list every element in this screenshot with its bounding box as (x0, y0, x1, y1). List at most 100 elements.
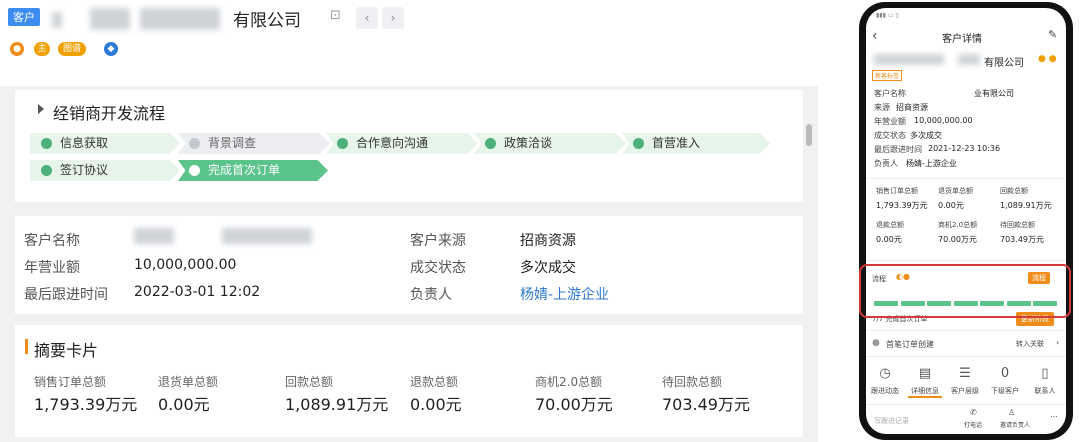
step-first-order[interactable]: 完成首次订单 (178, 160, 328, 181)
auto-create-label: 首笔订单创建 (886, 340, 934, 349)
stat-value[interactable]: 1,793.39万元 (876, 200, 928, 211)
summary-value[interactable]: 0.00元 (158, 391, 210, 415)
owner-link[interactable]: 杨婧-上游企业 (520, 284, 609, 304)
follow-input[interactable]: 写跟进记录 (874, 416, 909, 426)
process-title: 经销商开发流程 (53, 104, 166, 123)
lock-icon[interactable]: ⊡ (330, 8, 341, 23)
step-info-gathering[interactable]: 信息获取 (30, 133, 180, 154)
redacted-text (52, 12, 62, 28)
summary-value[interactable]: 1,089.91万元 (285, 391, 388, 415)
field-label: 来源 (874, 103, 890, 112)
step-first-admission[interactable]: 首营准入 (622, 133, 770, 154)
doc-icon[interactable]: ▤ (908, 366, 942, 381)
pending-icon (189, 138, 200, 149)
stat-label: 退货单总额 (938, 187, 973, 195)
info-icon: ● (872, 338, 880, 348)
summary-value[interactable]: 1,793.39万元 (34, 391, 137, 415)
divider (866, 260, 1066, 261)
summary-label: 商机2.0总额 (535, 375, 603, 389)
phone-title: 客户详情 (942, 34, 982, 45)
redacted-text (222, 228, 312, 244)
auto-create-link[interactable]: 转入关联 (1016, 339, 1044, 349)
chevron-right-icon[interactable]: › (1056, 338, 1059, 347)
tab-sub-customers[interactable]: 下级客户 (988, 386, 1022, 396)
prev-button[interactable]: ‹ (356, 7, 378, 29)
field-value: 10,000,000.00 (914, 116, 973, 125)
check-icon (485, 138, 496, 149)
owner-label: 负责人 (410, 287, 452, 303)
step-sign-agreement[interactable]: 签订协议 (30, 160, 180, 181)
badge-main[interactable]: 主 (34, 42, 50, 56)
divider (866, 178, 1066, 179)
summary-value[interactable]: 703.49万元 (662, 391, 750, 415)
source-value: 招商资源 (520, 233, 576, 249)
tab-hierarchy[interactable]: 客户层级 (948, 386, 982, 396)
step-policy-negotiation[interactable]: 政策洽谈 (474, 133, 626, 154)
tag-icon[interactable]: ◆ (104, 42, 118, 56)
call-label[interactable]: 打电话 (964, 420, 982, 429)
source-label: 客户来源 (410, 233, 466, 249)
step-cooperation-intent[interactable]: 合作意向沟通 (326, 133, 478, 154)
screenshot-root: 客户 有限公司 ⊡ ‹ › ● 主 图谱 ◆ 经销商开发流程 信息获取 背景调查… (0, 0, 1080, 442)
zero-icon[interactable]: 0 (988, 366, 1022, 381)
status-bar: ▮▮▮ ▭ ▯ (876, 12, 899, 19)
redacted-text (140, 8, 220, 30)
tab-contacts[interactable]: 联系人 (1028, 386, 1062, 396)
stat-label: 退款总额 (876, 221, 904, 229)
more-icon[interactable]: ⋯ (1050, 412, 1058, 421)
stat-value[interactable]: 70.00万元 (938, 234, 977, 245)
customer-name-label: 客户名称 (24, 233, 80, 249)
edit-icon[interactable]: ✎ (1048, 28, 1057, 41)
summary-label: 销售订单总额 (34, 375, 107, 389)
summary-value[interactable]: 70.00万元 (535, 391, 613, 415)
summary-label: 待回款总额 (662, 375, 723, 389)
stat-value[interactable]: 0.00元 (876, 234, 902, 245)
last-follow-label: 最后跟进时间 (24, 287, 108, 303)
field-value: 2021-12-23 10:36 (928, 144, 1001, 153)
field-value: 业有限公司 (974, 89, 1014, 98)
check-icon (41, 138, 52, 149)
step-background-check[interactable]: 背景调查 (178, 133, 330, 154)
company-name: 有限公司 (233, 11, 301, 31)
field-label: 负责人 (874, 159, 898, 168)
location-icon[interactable]: ● (10, 42, 24, 56)
field-value: 招商资源 (896, 103, 928, 112)
phone-company-name: 有限公司 (984, 58, 1024, 69)
tab-follow[interactable]: 跟进动态 (868, 386, 902, 396)
stat-label: 商机2.0总额 (938, 221, 978, 229)
owner-link[interactable]: 杨婧-上游企业 (906, 158, 957, 169)
stat-value[interactable]: 0.00元 (938, 200, 964, 211)
contact-icon[interactable]: ▯ (1028, 366, 1062, 381)
location-icon[interactable]: ● ● (1038, 54, 1057, 64)
follow-icon[interactable]: ◷ (868, 366, 902, 381)
field-label: 最后跟进时间 (874, 145, 922, 154)
deal-status-value: 多次成交 (520, 260, 576, 276)
desktop-customer-detail: 客户 有限公司 ⊡ ‹ › ● 主 图谱 ◆ 经销商开发流程 信息获取 背景调查… (0, 0, 818, 442)
invite-label[interactable]: 邀请负责人 (1000, 420, 1030, 429)
summary-value[interactable]: 0.00元 (410, 391, 462, 415)
redacted-text (134, 228, 174, 244)
phone-icon[interactable]: ✆ (970, 408, 977, 417)
summary-accent-bar (25, 339, 28, 354)
stat-value[interactable]: 1,089.91万元 (1000, 200, 1052, 211)
stat-label: 销售订单总额 (876, 187, 918, 195)
redacted-text (958, 54, 980, 65)
next-button[interactable]: › (382, 7, 404, 29)
list-icon[interactable]: ☰ (948, 366, 982, 381)
person-icon[interactable]: ♙ (1008, 408, 1015, 417)
back-icon[interactable]: ‹ (872, 28, 878, 44)
field-label: 年营业额 (874, 117, 906, 126)
phone-frame: ▮▮▮ ▭ ▯ ‹ 客户详情 ✎ 有限公司 ● ● 新客标签 客户名称 业有限公… (859, 2, 1073, 440)
stat-label: 回款总额 (1000, 187, 1028, 195)
field-label: 客户名称 (874, 89, 906, 98)
summary-title: 摘要卡片 (34, 341, 99, 360)
collapse-arrow-icon[interactable] (38, 104, 44, 114)
badge-graph[interactable]: 图谱 (58, 42, 86, 56)
stat-value[interactable]: 703.49万元 (1000, 234, 1044, 245)
scrollbar-thumb[interactable] (806, 124, 812, 146)
field-value: 多次成交 (910, 131, 942, 140)
tab-details[interactable]: 详细信息 (908, 386, 942, 398)
deal-status-label: 成交状态 (410, 260, 466, 276)
divider (866, 404, 1066, 405)
detail-header: 客户 有限公司 ⊡ ‹ › ● 主 图谱 ◆ (0, 0, 818, 86)
